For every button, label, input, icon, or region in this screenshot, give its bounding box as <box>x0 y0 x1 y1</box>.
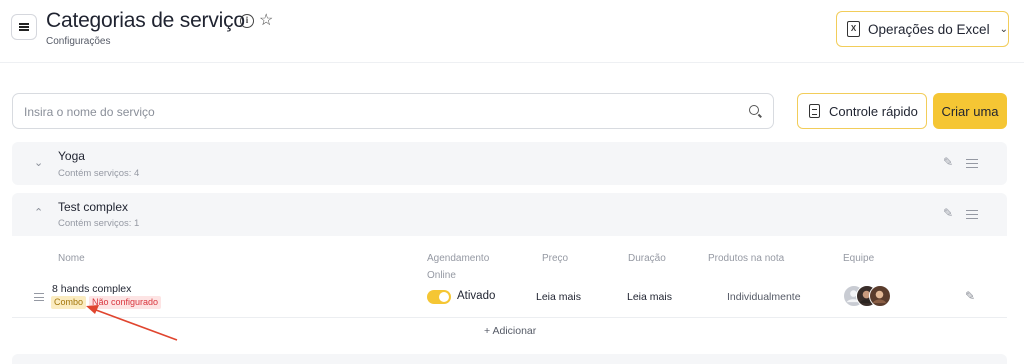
annotation-arrow-line <box>95 309 178 341</box>
annotation-arrow-head <box>86 305 99 314</box>
annotation-arrow <box>86 305 178 341</box>
